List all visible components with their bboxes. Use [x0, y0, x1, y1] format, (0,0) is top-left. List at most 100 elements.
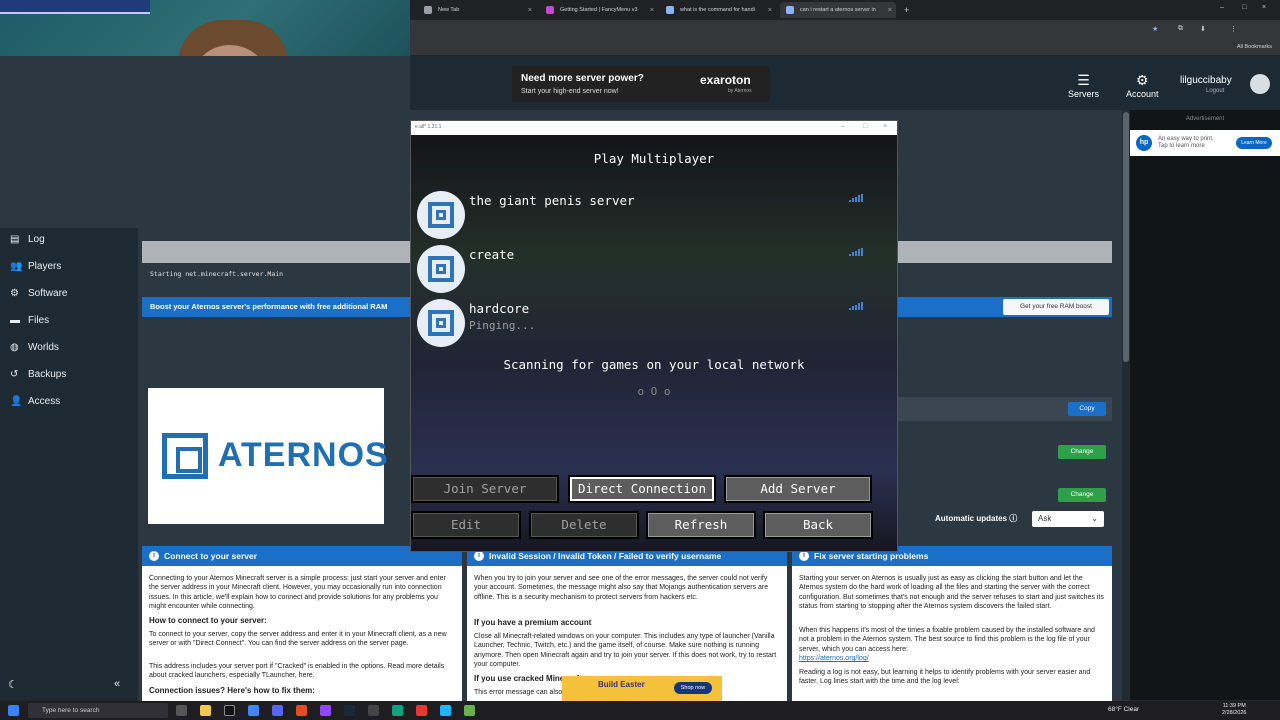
- collapse-sidebar-icon[interactable]: «: [114, 678, 120, 690]
- browser-icon[interactable]: [296, 705, 307, 716]
- new-tab-plus-icon[interactable]: +: [898, 2, 909, 18]
- browser-tab[interactable]: what is the command for handi ×: [660, 2, 776, 18]
- server-entry[interactable]: create: [417, 245, 877, 295]
- chrome-icon[interactable]: [248, 705, 259, 716]
- page-scrollbar[interactable]: [1122, 110, 1130, 700]
- all-bookmarks-link[interactable]: All Bookmarks: [1237, 44, 1272, 50]
- aternos-logo-mark: [162, 433, 208, 479]
- browser-tab-active[interactable]: can i restart a aternos server in ×: [780, 2, 896, 18]
- file-explorer-icon[interactable]: [200, 705, 211, 716]
- hp-ad-line1: An easy way to print.: [1158, 136, 1214, 142]
- task-view-icon[interactable]: [176, 705, 187, 716]
- card-subheading: If you have a premium account: [474, 618, 592, 627]
- shop-now-button[interactable]: Shop now: [674, 682, 712, 694]
- windows-start-icon[interactable]: [8, 705, 19, 716]
- close-tab-icon[interactable]: ×: [888, 7, 892, 14]
- maximize-icon[interactable]: □: [1242, 4, 1246, 11]
- exaroton-logo: exaroton: [700, 73, 751, 87]
- extensions-icon[interactable]: ⧉: [1178, 25, 1183, 33]
- app-icon[interactable]: [440, 705, 451, 716]
- copy-address-button[interactable]: Copy: [1068, 402, 1106, 416]
- scrollbar-thumb[interactable]: [1123, 112, 1129, 362]
- maximize-icon[interactable]: □: [863, 123, 867, 130]
- join-server-button[interactable]: Join Server: [411, 475, 559, 503]
- lan-scan-text: Scanning for games on your local network: [503, 357, 805, 372]
- delete-button[interactable]: Delete: [529, 511, 639, 539]
- terminal-icon[interactable]: [224, 705, 235, 716]
- ad-headline: Need more server power?: [521, 73, 644, 84]
- bookmark-star-icon[interactable]: ★: [1152, 25, 1158, 33]
- address-bar[interactable]: ★ ⧉ ⬇ ⋮: [410, 20, 1280, 42]
- browser-tab-bar: New Tab × Getting Started | FancyMenu v3…: [410, 0, 1280, 20]
- ad-label: Advertisement: [1185, 116, 1225, 122]
- download-icon[interactable]: ⬇: [1200, 25, 1206, 33]
- automatic-updates-select[interactable]: Ask ⌄: [1032, 511, 1104, 527]
- twitch-icon[interactable]: [320, 705, 331, 716]
- minecraft-icon[interactable]: [464, 705, 475, 716]
- account-label: Account: [1126, 89, 1159, 99]
- sidebar-item-players[interactable]: 👥 Players: [10, 261, 61, 272]
- taskbar-search-input[interactable]: Type here to search: [28, 703, 168, 718]
- direct-connection-button[interactable]: Direct Connection: [568, 475, 716, 503]
- close-tab-icon[interactable]: ×: [768, 7, 772, 14]
- menu-icon[interactable]: ⋮: [1230, 25, 1237, 33]
- signal-icon: [849, 248, 863, 256]
- hp-ad-line2: Tap to learn more: [1158, 143, 1205, 149]
- log-link[interactable]: https://aternos.org/log/: [799, 655, 869, 662]
- server-entry[interactable]: the giant penis server: [417, 191, 877, 241]
- learn-more-button[interactable]: Learn More: [1236, 137, 1272, 149]
- server-entry[interactable]: hardcore Pinging...: [417, 299, 877, 349]
- minecraft-window-title: e.all* 1.21.1: [415, 124, 442, 130]
- dark-mode-moon-icon[interactable]: ☾: [8, 678, 18, 691]
- edit-button[interactable]: Edit: [411, 511, 521, 539]
- youtube-icon[interactable]: [416, 705, 427, 716]
- free-ram-boost-button[interactable]: Get your free RAM boost: [1003, 299, 1109, 315]
- exaroton-ad-banner[interactable]: Need more server power? Start your high-…: [512, 66, 770, 102]
- easter-ad[interactable]: Build Easter Shop now: [562, 676, 722, 701]
- minecraft-titlebar: e.all* 1.21.1 – □ ×: [411, 121, 897, 135]
- card-paragraph: When you try to join your server and see…: [474, 575, 769, 601]
- discord-icon[interactable]: [272, 705, 283, 716]
- obs-icon[interactable]: [368, 705, 379, 716]
- signal-icon: [849, 194, 863, 202]
- google-favicon-icon: [786, 6, 794, 14]
- files-icon: ▬: [10, 314, 20, 326]
- steam-icon[interactable]: [344, 705, 355, 716]
- browser-tab[interactable]: New Tab ×: [418, 2, 538, 18]
- change-software-button[interactable]: Change: [1058, 445, 1106, 459]
- servers-nav-button[interactable]: ☰ Servers: [1068, 72, 1099, 99]
- sidebar-item-software[interactable]: ⚙ Software: [10, 288, 67, 299]
- add-server-button[interactable]: Add Server: [724, 475, 872, 503]
- change-version-button[interactable]: Change: [1058, 488, 1106, 502]
- close-window-icon[interactable]: ×: [1262, 4, 1266, 11]
- sidebar-item-access[interactable]: 👤 Access: [10, 396, 60, 407]
- username: lilguccibaby: [1180, 75, 1232, 86]
- sidebar-item-worlds[interactable]: ◍ Worlds: [10, 342, 59, 353]
- sidebar-item-label: Files: [28, 315, 50, 326]
- sidebar-item-log[interactable]: ▤ Log: [10, 234, 45, 245]
- hp-ad[interactable]: hp An easy way to print. Tap to learn mo…: [1130, 130, 1280, 156]
- tab-title: can i restart a aternos server in: [800, 7, 876, 13]
- app-icon[interactable]: [392, 705, 403, 716]
- help-icon[interactable]: ⓘ: [1009, 514, 1017, 523]
- signal-icon: [849, 302, 863, 310]
- sidebar-item-files[interactable]: ▬ Files: [10, 315, 49, 326]
- weather-widget[interactable]: 68°F Clear: [1108, 706, 1139, 713]
- minimize-icon[interactable]: –: [841, 123, 845, 130]
- card-paragraph: Connecting to your Aternos Minecraft ser…: [149, 575, 446, 611]
- ad-subline: Start your high-end server now!: [521, 88, 619, 95]
- close-tab-icon[interactable]: ×: [650, 7, 654, 14]
- refresh-button[interactable]: Refresh: [646, 511, 756, 539]
- close-tab-icon[interactable]: ×: [528, 7, 532, 14]
- back-button[interactable]: Back: [763, 511, 873, 539]
- taskbar-clock[interactable]: 11:39 PM 2/28/2026: [1222, 703, 1246, 717]
- account-nav-button[interactable]: ⚙ Account: [1126, 72, 1159, 99]
- avatar[interactable]: [1250, 74, 1270, 94]
- minimize-icon[interactable]: –: [1220, 4, 1224, 11]
- sidebar-item-backups[interactable]: ↺ Backups: [10, 369, 66, 380]
- logout-link[interactable]: Logout: [1206, 88, 1224, 94]
- browser-tab[interactable]: Getting Started | FancyMenu v3 ×: [540, 2, 658, 18]
- aternos-logo: ATERNOS: [148, 388, 388, 524]
- new-tab-icon: [424, 6, 432, 14]
- close-window-icon[interactable]: ×: [883, 123, 887, 130]
